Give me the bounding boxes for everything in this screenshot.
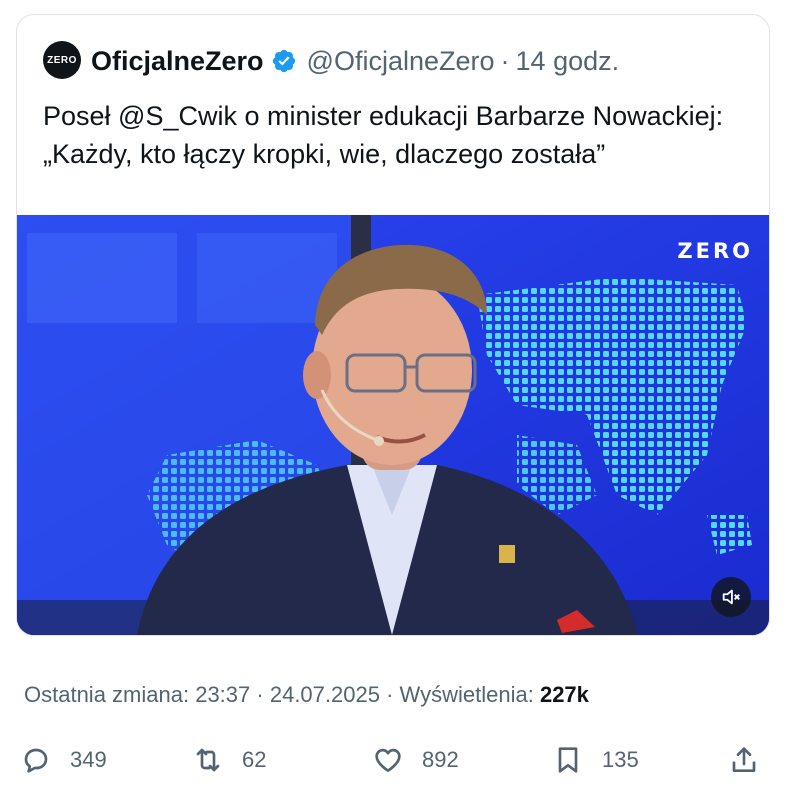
- display-name[interactable]: OficjalneZero: [91, 46, 264, 77]
- author-line: OficjalneZero @OficjalneZero · 14 godz.: [91, 43, 619, 79]
- edited-time[interactable]: 23:37: [195, 682, 250, 707]
- meta-separator: ·: [386, 682, 394, 707]
- studio-background: [17, 215, 769, 635]
- heart-icon: [375, 748, 401, 772]
- reply-icon: [24, 748, 48, 773]
- bookmark-icon: [558, 747, 578, 773]
- verified-badge-icon: [271, 48, 297, 74]
- bookmark-count: 135: [602, 747, 639, 772]
- avatar[interactable]: ZERO: [43, 41, 81, 79]
- share-button[interactable]: [728, 738, 760, 782]
- repost-count: 62: [242, 747, 267, 772]
- mute-button[interactable]: [711, 577, 751, 617]
- reply-button[interactable]: 349: [20, 738, 107, 782]
- tweet-header: ZERO OficjalneZero @OficjalneZero · 14 g…: [17, 15, 769, 215]
- video-player[interactable]: ZERO: [17, 215, 769, 635]
- views-count: 227k: [539, 682, 589, 707]
- views-label: Wyświetlenia:: [399, 682, 534, 707]
- repost-icon: [196, 748, 220, 772]
- meta-separator: ·: [256, 682, 264, 707]
- tweet-text: Poseł @S_Cwik o minister edukacji Barbar…: [43, 101, 724, 169]
- edited-label: Ostatnia zmiana:: [24, 682, 190, 707]
- post-time[interactable]: 14 godz.: [516, 46, 620, 77]
- like-count: 892: [422, 747, 459, 772]
- reply-count: 349: [70, 747, 107, 772]
- edited-date[interactable]: 24.07.2025: [270, 682, 380, 707]
- tweet-meta: Ostatnia zmiana: 23:37 · 24.07.2025 · Wy…: [24, 682, 589, 708]
- bookmark-button[interactable]: 135: [552, 738, 639, 782]
- tweet-card[interactable]: ZERO OficjalneZero @OficjalneZero · 14 g…: [16, 14, 770, 636]
- separator: ·: [500, 45, 510, 76]
- action-bar: 349 62 892 135: [0, 738, 785, 782]
- share-icon: [732, 747, 756, 772]
- handle[interactable]: @OficjalneZero: [307, 46, 495, 77]
- repost-button[interactable]: 62: [192, 738, 266, 782]
- like-button[interactable]: 892: [372, 738, 459, 782]
- channel-logo: ZERO: [677, 239, 753, 263]
- speaker-muted-icon: [722, 589, 740, 605]
